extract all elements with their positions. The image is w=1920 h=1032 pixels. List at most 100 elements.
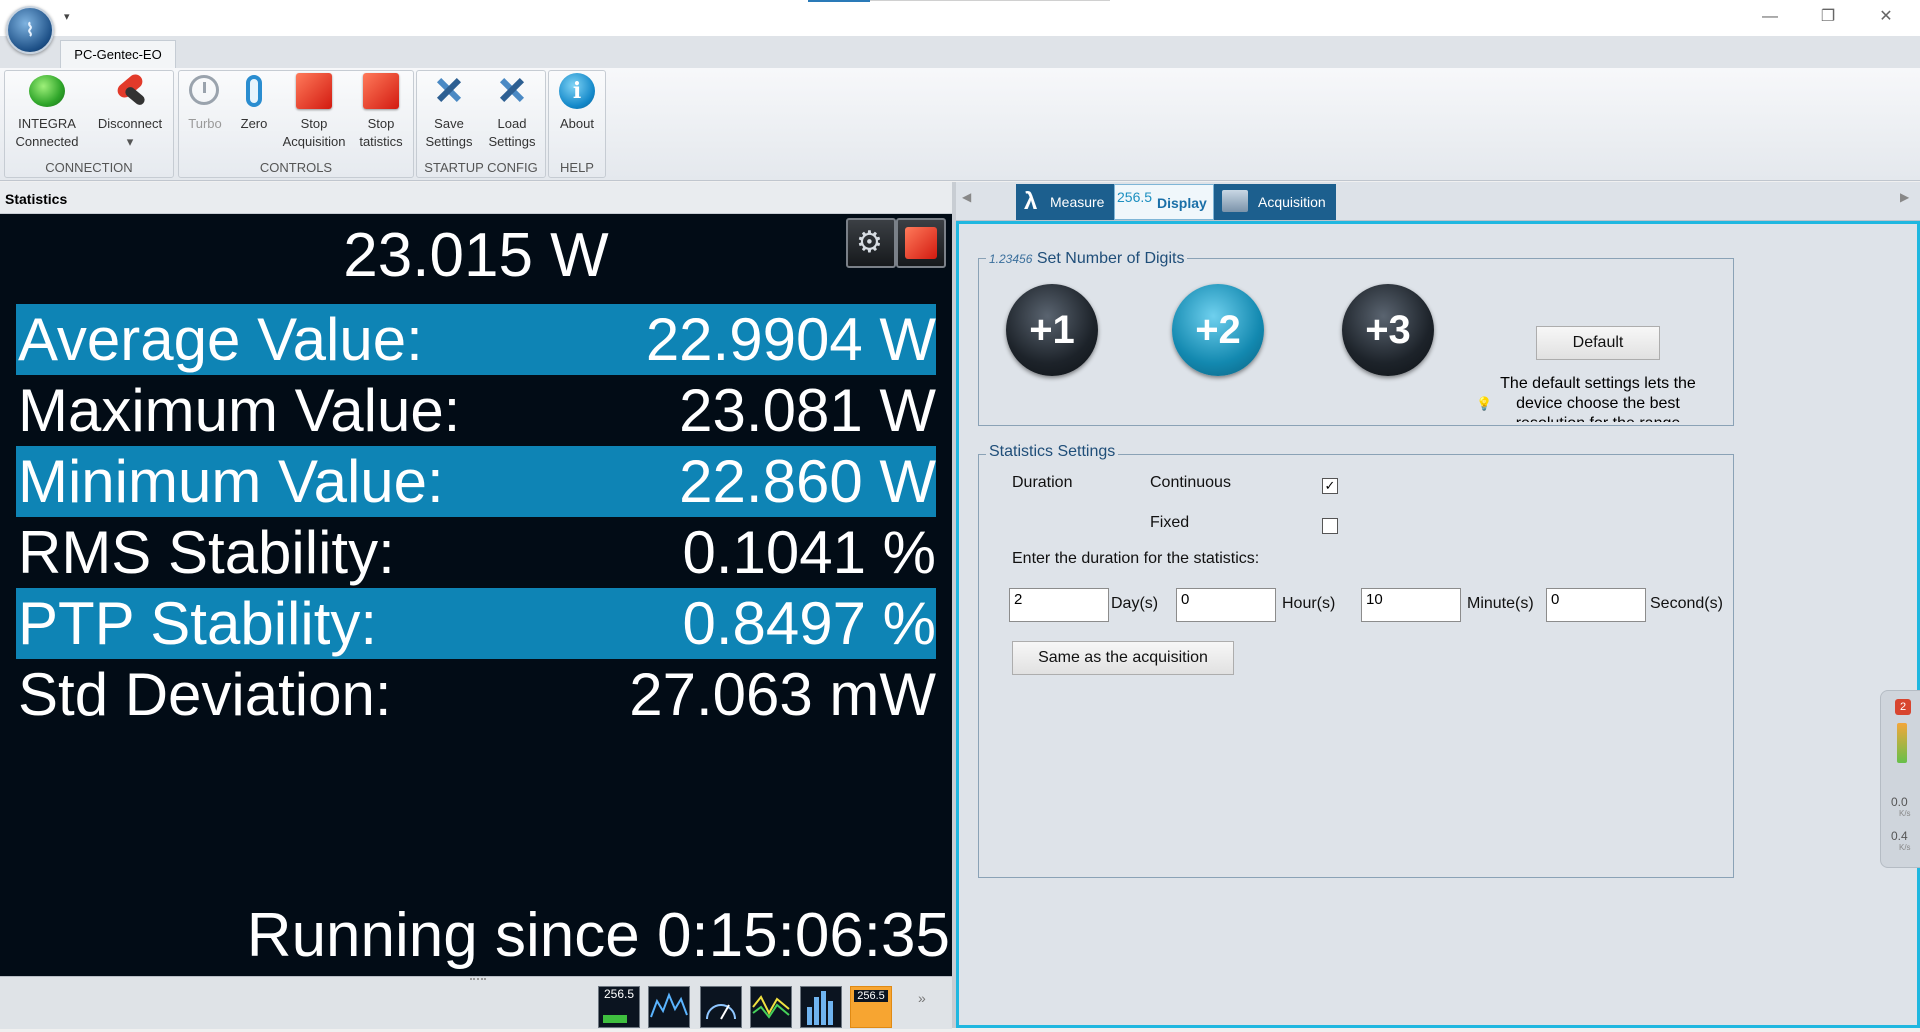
stat-value: 0.8497 %: [682, 590, 936, 657]
group-label-connection: CONNECTION: [45, 160, 133, 175]
gear-icon: ⚙: [856, 226, 883, 259]
hours-label: Hour(s): [1282, 595, 1336, 612]
current-reading: 23.015 W: [343, 221, 609, 290]
title-accent-line: [870, 0, 1110, 1]
ribbon-tab-pc-gentec-eo[interactable]: PC-Gentec-EO: [60, 40, 176, 69]
stop-acquisition-button[interactable]: Stop Acquisition: [279, 73, 349, 151]
display-digits-icon: 256.5: [1117, 189, 1153, 205]
add-one-digit-button[interactable]: +1: [1006, 284, 1098, 376]
default-hint-text: The default settings lets the device cho…: [1500, 375, 1696, 422]
save-settings-button[interactable]: Save Settings: [419, 73, 479, 151]
restore-button[interactable]: ❐: [1806, 4, 1850, 30]
tuning-graph-icon: [752, 995, 790, 1019]
fixed-checkbox[interactable]: [1322, 518, 1338, 534]
stat-label: PTP Stability:: [18, 590, 378, 657]
stat-label: RMS Stability:: [18, 519, 395, 586]
group-label-controls: CONTROLS: [259, 160, 333, 175]
statistics-settings-button[interactable]: ⚙: [846, 218, 896, 268]
default-button[interactable]: Default: [1536, 326, 1660, 360]
turbo-button[interactable]: Turbo: [181, 73, 229, 133]
resize-grip[interactable]: [470, 978, 486, 983]
settings-label: Settings: [425, 134, 473, 149]
ribbon-group-help: i About HELP: [548, 70, 606, 178]
ribbon-group-controls: Turbo Zero Stop Acquisition Stop tatisti…: [178, 70, 414, 178]
statistics-panel: 23.015 W ⚙ Average Value: 22.9904 W Maxi…: [0, 214, 952, 976]
minutes-input[interactable]: 10: [1361, 588, 1461, 622]
running-since-label: Running since 0:15:06:35: [246, 901, 950, 970]
ribbon-group-startup-config: Save Settings Load Settings STARTUP CONF…: [416, 70, 546, 178]
app-logo-icon: ⌇: [25, 20, 35, 40]
tab-scroll-right-icon[interactable]: ▶: [1900, 190, 1909, 204]
about-label: About: [560, 116, 594, 131]
days-label: Day(s): [1111, 595, 1159, 612]
minimize-button[interactable]: —: [1748, 4, 1792, 30]
tab-display[interactable]: 256.5 Display: [1114, 184, 1214, 220]
stat-value: 22.860 W: [679, 448, 936, 515]
title-accent: [808, 0, 870, 2]
disconnect-plug-icon: [110, 71, 150, 113]
fixed-label: Fixed: [1150, 514, 1190, 531]
statistics-label: tatistics: [359, 134, 403, 149]
save-label: Save: [434, 116, 464, 131]
add-two-digits-button[interactable]: +2: [1172, 284, 1264, 376]
realtime-graph-thumb[interactable]: [648, 986, 690, 1028]
continuous-label: Continuous: [1150, 474, 1231, 491]
about-button[interactable]: i About: [551, 73, 603, 133]
tab-label: Acquisition: [1258, 194, 1326, 210]
load-settings-button[interactable]: Load Settings: [481, 73, 543, 151]
stat-value: 22.9904 W: [645, 306, 936, 373]
stat-row-maximum: Maximum Value: 23.081 W: [16, 375, 936, 446]
stat-value: 27.063 mW: [629, 661, 936, 728]
display-view-thumb[interactable]: 256.5: [598, 986, 640, 1028]
statistics-stop-button[interactable]: [896, 218, 946, 268]
needle-gauge-thumb[interactable]: [700, 986, 742, 1028]
tuning-graph-thumb[interactable]: [750, 986, 792, 1028]
stat-label: Std Deviation:: [18, 661, 392, 728]
stat-value: 23.081 W: [679, 377, 936, 444]
acquisition-chip-icon: [1222, 190, 1248, 212]
histogram-thumb[interactable]: [800, 986, 842, 1028]
stop-statistics-icon: [361, 73, 401, 113]
info-icon: i: [557, 73, 597, 113]
disconnect-button[interactable]: Disconnect ▾: [91, 71, 169, 151]
stat-label: Maximum Value:: [18, 377, 461, 444]
minutes-label: Minute(s): [1467, 595, 1534, 612]
zero-label: Zero: [240, 116, 268, 131]
ribbon-tab-strip: [0, 36, 1920, 68]
add-three-digits-button[interactable]: +3: [1342, 284, 1434, 376]
integra-connected-button[interactable]: INTEGRA Connected: [11, 73, 83, 151]
thumb-label: 256.5: [854, 990, 888, 1002]
strip-overflow-icon[interactable]: »: [918, 990, 926, 1006]
tab-measure[interactable]: λ Measure: [1016, 184, 1126, 220]
tab-scroll-left-icon[interactable]: ◀: [962, 190, 971, 204]
duration-label: Duration: [1012, 474, 1073, 491]
download-rate: 0.4: [1891, 829, 1908, 843]
tab-label: Display: [1157, 195, 1207, 211]
disconnect-label: Disconnect: [97, 116, 163, 131]
stop-label: Stop: [300, 116, 328, 131]
gauge-icon: [706, 1004, 736, 1020]
digits-icon: 1.23456: [989, 252, 1033, 266]
stop-square-icon: [905, 227, 937, 259]
same-as-acquisition-button[interactable]: Same as the acquisition: [1012, 641, 1234, 675]
stat-row-average: Average Value: 22.9904 W: [16, 304, 936, 375]
thumb-label: 256.5: [603, 987, 635, 1001]
statistics-view-thumb[interactable]: 256.5: [850, 986, 892, 1028]
statistics-panel-header: Statistics: [0, 182, 952, 214]
set-digits-group-title: 1.23456 Set Number of Digits: [986, 250, 1188, 268]
tab-acquisition[interactable]: Acquisition: [1214, 184, 1336, 220]
stop-label: Stop: [367, 116, 395, 131]
app-menu-button[interactable]: ⌇: [6, 6, 54, 54]
close-button[interactable]: ✕: [1864, 4, 1908, 30]
quick-access-dropdown-icon[interactable]: ▾: [64, 10, 70, 23]
stop-statistics-button[interactable]: Stop tatistics: [351, 73, 411, 151]
zero-button[interactable]: Zero: [231, 73, 277, 133]
network-meter-widget[interactable]: 2 0.0 K/s 0.4 K/s: [1880, 690, 1920, 868]
lambda-icon: λ: [1024, 188, 1038, 215]
hours-input[interactable]: 0: [1176, 588, 1276, 622]
continuous-checkbox[interactable]: ✓: [1322, 478, 1338, 494]
seconds-input[interactable]: 0: [1546, 588, 1646, 622]
days-input[interactable]: 2: [1009, 588, 1109, 622]
connected-label: Connected: [15, 134, 79, 149]
stat-value: 0.1041 %: [682, 519, 936, 586]
